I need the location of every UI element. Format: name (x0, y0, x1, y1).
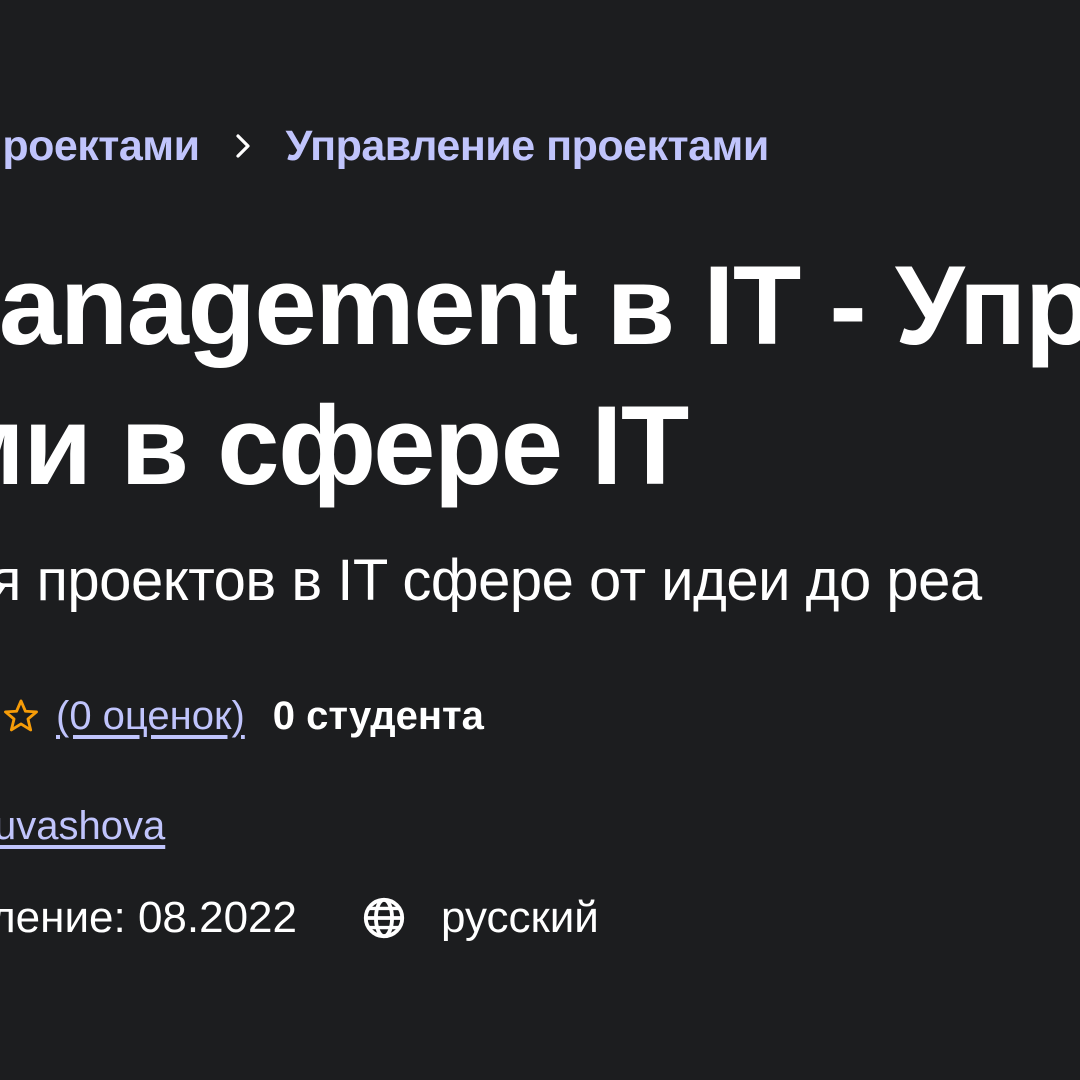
last-updated: ление: 08.2022 (0, 893, 297, 942)
meta-row: ление: 08.2022 русский (0, 888, 599, 948)
course-subtitle: я проектов в IT сфере от идеи до реа (0, 548, 982, 613)
page-title-line-1: nanagement в IT - Упр (0, 243, 1080, 368)
page-title: nanagement в IT - Упр ми в сфере IT (0, 236, 1080, 516)
rating-row: (0 оценок) 0 студента (0, 688, 484, 744)
ratings-count-link[interactable]: (0 оценок) (56, 694, 245, 739)
breadcrumb: е проектами Управление проектами (0, 118, 769, 174)
page-title-line-2: ми в сфере IT (0, 383, 689, 508)
star-outline-icon (0, 695, 42, 737)
breadcrumb-item-project-management-category[interactable]: е проектами (0, 122, 200, 171)
chevron-right-icon (230, 131, 256, 161)
author-link[interactable]: uvashova (0, 804, 165, 849)
course-language: русский (441, 893, 599, 942)
author-row: uvashova (0, 798, 165, 854)
course-header: е проектами Управление проектами nanagem… (0, 0, 1080, 1080)
breadcrumb-item-project-management[interactable]: Управление проектами (286, 122, 770, 171)
globe-icon (359, 893, 409, 943)
students-count: 0 студента (272, 693, 484, 738)
